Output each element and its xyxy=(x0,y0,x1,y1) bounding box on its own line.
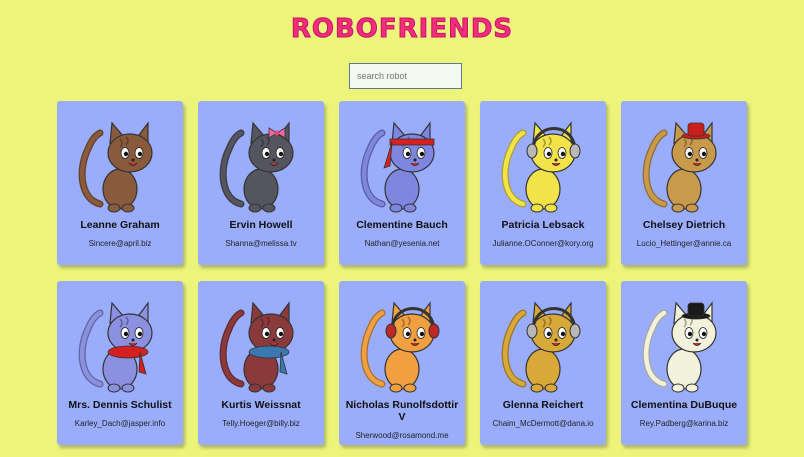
robot-name: Clementine Bauch xyxy=(356,219,448,231)
robot-name: Ervin Howell xyxy=(229,219,293,231)
robot-email: Karley_Dach@jasper.info xyxy=(74,419,166,428)
robot-card[interactable]: Clementina DuBuque Rey.Padberg@karina.biz xyxy=(621,281,747,445)
robot-email: Lucio_Hettinger@annie.ca xyxy=(636,239,732,248)
search-input[interactable] xyxy=(349,63,462,89)
robot-name: Nicholas Runolfsdottir V xyxy=(345,399,459,423)
robot-name: Kurtis Weissnat xyxy=(221,399,301,411)
robot-card[interactable]: Ervin Howell Shanna@melissa.tv xyxy=(198,101,324,265)
robot-email: Shanna@melissa.tv xyxy=(225,239,297,248)
robot-name: Chelsey Dietrich xyxy=(642,219,726,231)
robot-card[interactable]: Leanne Graham Sincere@april.biz xyxy=(57,101,183,265)
robot-name: Patricia Lebsack xyxy=(501,219,585,231)
robot-email: Julianne.OConner@kory.org xyxy=(492,239,594,248)
robot-name: Glenna Reichert xyxy=(502,399,584,411)
robot-card[interactable]: Clementine Bauch Nathan@yesenia.net xyxy=(339,101,465,265)
robot-card[interactable]: Nicholas Runolfsdottir V Sherwood@rosamon… xyxy=(339,281,465,445)
robot-email: Nathan@yesenia.net xyxy=(364,239,440,248)
robot-card[interactable]: Kurtis Weissnat Telly.Hoeger@billy.biz xyxy=(198,281,324,445)
robot-email: Chaim_McDermott@dana.io xyxy=(492,419,594,428)
robot-name: Mrs. Dennis Schulist xyxy=(68,399,172,411)
robot-card[interactable]: Patricia Lebsack Julianne.OConner@kory.or… xyxy=(480,101,606,265)
app-title: ROBOFRIENDS xyxy=(290,14,514,45)
robot-name: Clementina DuBuque xyxy=(630,399,738,411)
robot-card[interactable]: Mrs. Dennis Schulist Karley_Dach@jasper.i… xyxy=(57,281,183,445)
robot-card[interactable]: Glenna Reichert Chaim_McDermott@dana.io xyxy=(480,281,606,445)
robot-email: Sherwood@rosamond.me xyxy=(355,431,449,440)
robot-email: Telly.Hoeger@billy.biz xyxy=(222,419,300,428)
robot-name: Leanne Graham xyxy=(80,219,160,231)
robot-email: Rey.Padberg@karina.biz xyxy=(639,419,729,428)
robot-card[interactable]: Chelsey Dietrich Lucio_Hettinger@annie.ca xyxy=(621,101,747,265)
robot-email: Sincere@april.biz xyxy=(88,239,152,248)
